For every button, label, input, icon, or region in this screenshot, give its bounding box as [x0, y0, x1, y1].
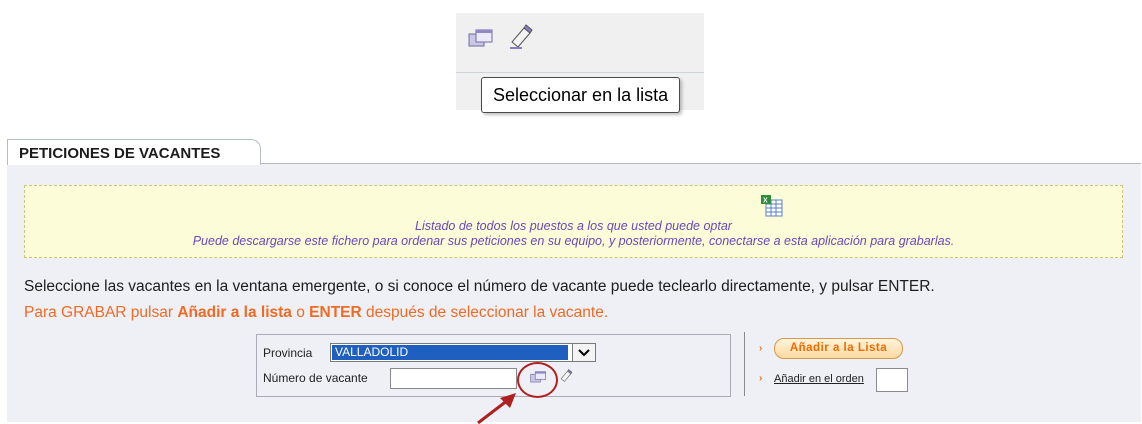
download-notice: X Listado de todos los puestos a los que… [24, 185, 1123, 258]
svg-text:X: X [763, 198, 768, 205]
tooltip: Seleccionar en la lista [481, 77, 681, 113]
add-in-order-link[interactable]: Añadir en el orden [774, 373, 864, 385]
toolbar-divider [456, 72, 704, 73]
vacancy-form: Provincia VALLADOLID Número de vacante [256, 334, 731, 398]
excel-icon[interactable]: X [761, 195, 783, 217]
instructions-line-1: Seleccione las vacantes en la ventana em… [24, 278, 935, 295]
eraser-icon[interactable] [559, 369, 573, 383]
eraser-icon[interactable] [508, 24, 534, 50]
provincia-selected-value: VALLADOLID [332, 345, 568, 360]
dropdown-arrow-icon[interactable] [572, 344, 595, 361]
chevron-right-icon: › [759, 343, 763, 354]
chevron-right-icon: › [759, 373, 763, 384]
main-panel: X Listado de todos los puestos a los que… [7, 163, 1141, 422]
tab-peticiones-de-vacantes[interactable]: PETICIONES DE VACANTES [7, 139, 261, 165]
zoom-inset: Seleccionar en la lista [456, 13, 704, 113]
tab-label: PETICIONES DE VACANTES [19, 145, 221, 162]
notice-line-2: Puede descargarse este fichero para orde… [192, 234, 955, 248]
numero-vacante-label: Número de vacante [263, 371, 368, 385]
pointer-arrow [477, 393, 516, 424]
vertical-divider [744, 332, 745, 396]
numero-vacante-input[interactable] [390, 368, 517, 389]
provincia-label: Provincia [263, 346, 313, 360]
add-to-list-button[interactable]: Añadir a la Lista [774, 338, 903, 359]
notice-line-1[interactable]: Listado de todos los puestos a los que u… [25, 219, 1122, 233]
provincia-select[interactable]: VALLADOLID [330, 343, 596, 362]
order-position-input[interactable] [876, 368, 908, 392]
select-list-icon[interactable] [468, 29, 494, 49]
instructions-line-2: Para GRABAR pulsar Añadir a la lista o E… [24, 304, 609, 321]
